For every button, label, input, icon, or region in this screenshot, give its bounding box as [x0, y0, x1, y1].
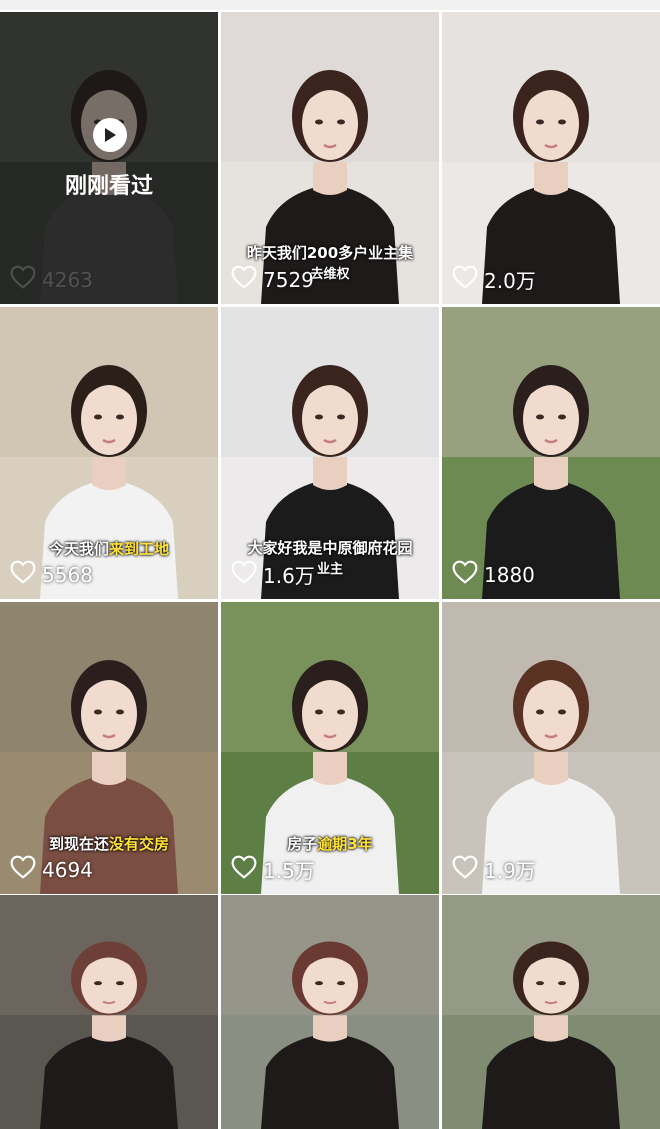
video-thumbnail [0, 895, 218, 1129]
recently-watched-overlay: 刚刚看过 [0, 12, 218, 304]
like-number: 7529 [263, 267, 314, 292]
video-thumbnail [442, 602, 660, 894]
heart-icon [231, 855, 263, 884]
like-count: 1.5万 [231, 855, 315, 884]
video-caption: 到现在还没有交房 [0, 833, 218, 854]
video-tile[interactable]: 大家好我是中原御府花园 业主 1.6万 [221, 307, 439, 599]
video-tile[interactable]: 昨天我们200多户业主集 去维权 7529 [221, 12, 439, 304]
video-tile[interactable]: 房子逾期3年 1.5万 [221, 602, 439, 894]
like-count: 7529 [231, 265, 314, 294]
play-icon[interactable] [93, 118, 127, 152]
like-number: 5568 [42, 562, 93, 587]
video-caption: 今天我们来到工地 [0, 538, 218, 559]
like-count: 4694 [10, 855, 93, 884]
video-tile[interactable]: 4263刚刚看过 [0, 12, 218, 304]
heart-icon [10, 855, 42, 884]
heart-icon [231, 265, 263, 294]
caption-text: 到现在还 [48, 835, 109, 853]
caption-text: 今天我们 [48, 540, 109, 558]
recently-watched-label: 刚刚看过 [64, 174, 153, 199]
like-number: 1.6万 [263, 564, 315, 588]
caption-text: 房子 [287, 835, 318, 853]
like-count: 5568 [10, 560, 93, 589]
video-tile[interactable]: 1880 [442, 307, 660, 599]
like-number: 1.5万 [263, 859, 315, 883]
like-count: 1880 [452, 560, 535, 589]
caption-highlight: 没有交房 [109, 835, 170, 853]
video-tile[interactable]: 今天我们来到工地 5568 [0, 307, 218, 599]
caption-text: 昨天我们200多户业主集 [246, 244, 414, 262]
video-caption: 房子逾期3年 [221, 833, 439, 854]
like-number: 1.9万 [484, 859, 536, 883]
like-count: 2.0万 [452, 265, 536, 294]
like-number: 1880 [484, 562, 535, 587]
caption-text: 大家好我是中原御府花园 [247, 539, 413, 557]
like-count: 1.9万 [452, 855, 536, 884]
video-tile[interactable] [0, 895, 218, 1129]
heart-icon [452, 855, 484, 884]
heart-icon [452, 560, 484, 589]
video-tile[interactable] [442, 895, 660, 1129]
video-tile[interactable]: 1.9万 [442, 602, 660, 894]
heart-icon [10, 560, 42, 589]
video-thumbnail [442, 307, 660, 599]
status-strip [0, 0, 660, 10]
like-number: 4694 [42, 857, 93, 882]
caption-highlight: 来到工地 [109, 540, 170, 558]
heart-icon [231, 560, 263, 589]
video-tile[interactable]: 2.0万 [442, 12, 660, 304]
heart-icon [452, 265, 484, 294]
video-tile[interactable] [221, 895, 439, 1129]
like-count: 1.6万 [231, 560, 315, 589]
video-thumbnail [442, 12, 660, 304]
like-number: 2.0万 [484, 269, 536, 293]
video-thumbnail [442, 895, 660, 1129]
video-thumbnail [221, 895, 439, 1129]
video-tile[interactable]: 到现在还没有交房 4694 [0, 602, 218, 894]
caption-highlight: 逾期3年 [317, 835, 373, 853]
